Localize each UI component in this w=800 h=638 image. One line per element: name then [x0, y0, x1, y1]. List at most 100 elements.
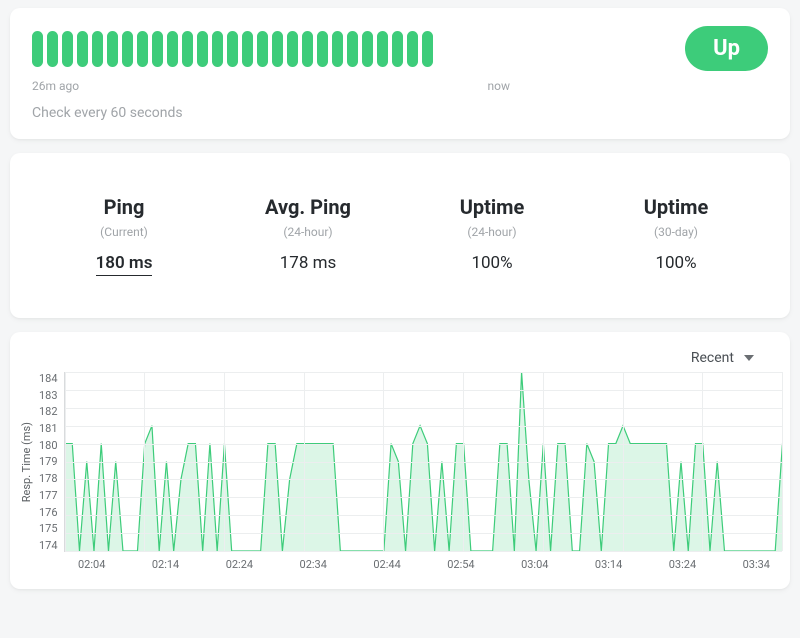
xtick-label: 03:14: [595, 558, 622, 571]
ytick-label: 180: [39, 439, 58, 452]
uptime-tick: [167, 31, 178, 67]
grid-line: [224, 372, 225, 551]
uptime-tick: [332, 31, 343, 67]
grid-line: [463, 372, 464, 551]
yaxis-label: Resp. Time (ms): [18, 422, 35, 502]
grid-line: [144, 372, 145, 551]
xaxis-row: 02:0402:1402:2402:3402:4402:5403:0403:14…: [66, 552, 782, 571]
chart-range-label: Recent: [691, 350, 734, 366]
uptime-tick: [287, 31, 298, 67]
grid-line: [383, 372, 384, 551]
stat-value: 180 ms: [96, 253, 153, 276]
stat-subtitle: (30-day): [601, 225, 751, 239]
grid-line: [65, 551, 782, 552]
stat-subtitle: (24-hour): [233, 225, 383, 239]
xtick-label: 03:34: [743, 558, 770, 571]
ytick-label: 174: [39, 539, 58, 552]
uptime-tick: [212, 31, 223, 67]
stat-block: Uptime (24-hour) 100%: [417, 195, 567, 276]
chevron-down-icon: [744, 355, 754, 361]
stat-title: Uptime: [601, 195, 751, 219]
uptime-tick: [47, 31, 58, 67]
grid-line: [702, 372, 703, 551]
chart-area: Resp. Time (ms) 184 183 182 181 180 179 178 177…: [18, 372, 782, 552]
chart-plot[interactable]: [64, 372, 782, 552]
uptime-ticks: [32, 31, 585, 67]
stat-block: Uptime (30-day) 100%: [601, 195, 751, 276]
ytick-label: 177: [39, 489, 58, 502]
chart-card: Recent Resp. Time (ms) 184 183 182 181 180 17…: [10, 332, 790, 589]
status-card: Up 26m ago now Check every 60 seconds: [10, 8, 790, 139]
uptime-tick: [152, 31, 163, 67]
ytick-label: 175: [39, 522, 58, 535]
stats-card: Ping (Current) 180 ms Avg. Ping (24-hour) 178…: [10, 153, 790, 318]
stat-value: 100%: [601, 253, 751, 273]
uptime-tick: [242, 31, 253, 67]
uptime-tick: [347, 31, 358, 67]
uptime-tick: [197, 31, 208, 67]
xtick-label: 02:24: [226, 558, 253, 571]
uptime-tick: [257, 31, 268, 67]
ytick-label: 182: [39, 405, 58, 418]
stat-value: 178 ms: [233, 253, 383, 273]
grid-line: [782, 372, 783, 551]
grid-line: [65, 372, 782, 373]
uptime-tick: [362, 31, 373, 67]
ytick-label: 178: [39, 472, 58, 485]
xtick-label: 03:24: [669, 558, 696, 571]
status-badge: Up: [685, 26, 768, 71]
xtick-label: 02:44: [373, 558, 400, 571]
uptime-tick: [32, 31, 43, 67]
ytick-label: 179: [39, 455, 58, 468]
chart-range-dropdown[interactable]: Recent: [691, 350, 754, 366]
xaxis-ticks: 02:0402:1402:2402:3402:4402:5403:0403:14…: [78, 558, 782, 571]
uptime-tick: [377, 31, 388, 67]
uptime-tick: [422, 31, 433, 67]
stat-title: Avg. Ping: [233, 195, 383, 219]
grid-line: [543, 372, 544, 551]
grid-line: [65, 426, 782, 427]
grid-line: [65, 408, 782, 409]
uptime-tick: [317, 31, 328, 67]
grid-line: [623, 372, 624, 551]
xtick-label: 02:14: [152, 558, 179, 571]
ytick-label: 183: [39, 389, 58, 402]
uptime-tick: [137, 31, 148, 67]
now-label: now: [488, 79, 511, 93]
stat-subtitle: (24-hour): [417, 225, 567, 239]
xtick-label: 02:34: [300, 558, 327, 571]
uptime-ticks-labels: 26m ago now: [32, 79, 510, 93]
ytick-label: 176: [39, 506, 58, 519]
stat-title: Uptime: [417, 195, 567, 219]
uptime-tick: [62, 31, 73, 67]
xtick-label: 02:54: [447, 558, 474, 571]
chart-header: Recent: [18, 350, 782, 372]
uptime-tick: [302, 31, 313, 67]
uptime-tick: [407, 31, 418, 67]
ytick-label: 181: [39, 422, 58, 435]
stat-block: Avg. Ping (24-hour) 178 ms: [233, 195, 383, 276]
stat-block: Ping (Current) 180 ms: [49, 195, 199, 276]
time-ago-label: 26m ago: [32, 79, 79, 93]
stat-value: 100%: [417, 253, 567, 273]
uptime-tick: [77, 31, 88, 67]
grid-line: [65, 533, 782, 534]
grid-line: [65, 479, 782, 480]
yaxis-ticks: 184 183 182 181 180 179 178 177 176 175 174: [35, 372, 64, 552]
check-interval-text: Check every 60 seconds: [32, 105, 768, 121]
uptime-tick: [92, 31, 103, 67]
grid-line: [65, 444, 782, 445]
grid-line: [65, 497, 782, 498]
stats-row: Ping (Current) 180 ms Avg. Ping (24-hour) 178…: [32, 171, 768, 300]
stat-subtitle: (Current): [49, 225, 199, 239]
stat-title: Ping: [49, 195, 199, 219]
uptime-tick: [227, 31, 238, 67]
uptime-tick: [107, 31, 118, 67]
uptime-tick: [122, 31, 133, 67]
uptime-tick: [392, 31, 403, 67]
status-row: Up: [32, 26, 768, 71]
grid-line: [65, 372, 66, 551]
grid-line: [65, 390, 782, 391]
uptime-tick: [182, 31, 193, 67]
ytick-label: 184: [39, 372, 58, 385]
